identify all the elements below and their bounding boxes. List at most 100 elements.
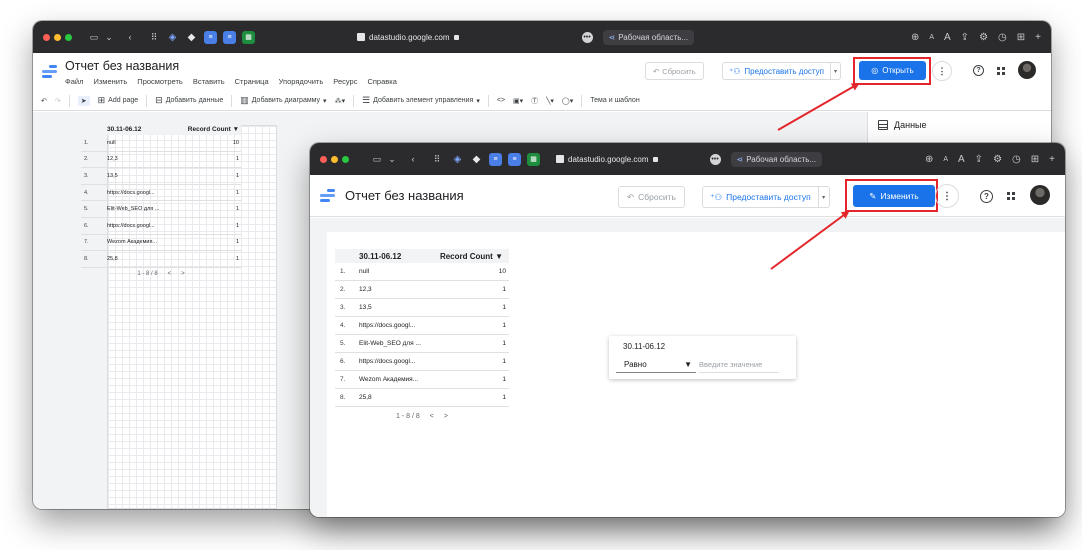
table-row[interactable]: 5. Elit-Web_SEO для ... 1 — [81, 201, 241, 218]
back-icon[interactable]: ‹ — [407, 153, 419, 165]
more-dots-icon[interactable]: ••• — [581, 31, 593, 43]
text-smaller-icon[interactable]: A — [929, 34, 934, 41]
add-page-button[interactable]: ⊞ Add page — [98, 95, 139, 106]
tabs-grid-icon[interactable]: ⊞ — [1031, 154, 1039, 165]
docs-extension-icon[interactable]: ≡ — [204, 30, 217, 44]
new-tab-icon[interactable]: + — [1035, 32, 1041, 43]
table-row[interactable]: 2. 12,3 1 — [335, 281, 509, 299]
new-tab-icon[interactable]: + — [1049, 154, 1055, 165]
history-icon[interactable]: ◷ — [1012, 154, 1021, 165]
menu-page[interactable]: Страница — [235, 77, 269, 86]
minimize-window-button[interactable] — [54, 33, 61, 41]
community-viz-icon[interactable]: ⁂▾ — [335, 97, 346, 105]
menu-edit[interactable]: Изменить — [93, 77, 127, 86]
table-row[interactable]: 8. 25,8 1 — [335, 389, 509, 407]
table-row[interactable]: 6. https://docs.googl... 1 — [335, 353, 509, 371]
more-options-icon[interactable]: ⋮ — [932, 61, 952, 81]
menu-help[interactable]: Справка — [367, 77, 396, 86]
text-smaller-icon[interactable]: A — [943, 156, 948, 163]
avatar[interactable] — [1030, 185, 1050, 205]
forms-extension-icon[interactable]: ≡ — [223, 30, 236, 44]
share-dropdown-icon[interactable]: ▾ — [830, 63, 840, 79]
table-row[interactable]: 5. Elit-Web_SEO для ... 1 — [335, 335, 509, 353]
close-window-button[interactable] — [43, 33, 50, 41]
download-icon[interactable]: ⊕ — [911, 32, 919, 43]
code-embed-icon[interactable]: <> — [497, 97, 505, 104]
share-main[interactable]: ⁺⚇ Предоставить доступ — [723, 63, 830, 79]
forms-extension-icon[interactable]: ≡ — [508, 152, 521, 166]
menu-file[interactable]: Файл — [65, 77, 83, 86]
table-row[interactable]: 4. https://docs.googl... 1 — [335, 317, 509, 335]
sheets-extension-icon[interactable]: ▦ — [242, 30, 255, 44]
redo-icon[interactable]: ↷ — [55, 97, 61, 105]
table-row[interactable]: 2. 12,3 1 — [81, 152, 241, 169]
reset-button[interactable]: ↶ Сбросить — [645, 62, 704, 80]
pager-prev-icon[interactable]: < — [430, 413, 434, 420]
add-chart-button[interactable]: ▥ Добавить диаграмму ▾ — [240, 95, 326, 106]
share-button[interactable]: ⁺⚇ Предоставить доступ ▾ — [702, 186, 830, 208]
pager-next-icon[interactable]: > — [181, 271, 185, 277]
more-options-icon[interactable]: ⋮ — [935, 184, 959, 208]
share-button[interactable]: ⁺⚇ Предоставить доступ ▾ — [722, 62, 841, 80]
maximize-window-button[interactable] — [65, 33, 72, 41]
table-row[interactable]: 3. 13,5 1 — [335, 299, 509, 317]
workspace-tab[interactable]: ⋖ Рабочая область... — [602, 29, 695, 45]
select-tool-icon[interactable]: ➤ — [77, 95, 90, 106]
filter-operator-select[interactable]: Равно ▼ — [616, 356, 696, 373]
address-bar[interactable]: datastudio.google.com — [357, 33, 459, 42]
share-sheet-icon[interactable]: ⇪ — [975, 154, 983, 165]
table-row[interactable]: 7. Wezom Академия... 1 — [335, 371, 509, 389]
table-row[interactable]: 7. Wezom Академия... 1 — [81, 235, 241, 252]
settings-icon[interactable]: ⚙ — [993, 154, 1002, 165]
share-main[interactable]: ⁺⚇ Предоставить доступ — [703, 187, 818, 207]
report-title[interactable]: Отчет без названия — [65, 59, 397, 73]
metric-header[interactable]: Record Count ▼ — [188, 126, 239, 133]
theme-button[interactable]: Тема и шаблон — [590, 97, 639, 104]
table-row[interactable]: 3. 13,5 1 — [81, 168, 241, 185]
menu-arrange[interactable]: Упорядочить — [279, 77, 324, 86]
table-row[interactable]: 4. https://docs.googl... 1 — [81, 185, 241, 202]
brave-extension-icon[interactable]: ◆ — [470, 153, 483, 166]
dimension-header[interactable]: 30.11-06.12 — [359, 252, 440, 261]
report-title[interactable]: Отчет без названия — [345, 188, 464, 203]
table-row[interactable]: 1. null 10 — [335, 263, 509, 281]
shield-extension-icon[interactable]: ◈ — [451, 153, 464, 166]
close-window-button[interactable] — [320, 155, 327, 163]
brave-extension-icon[interactable]: ◆ — [185, 31, 198, 44]
sheets-extension-icon[interactable]: ▦ — [527, 152, 540, 166]
history-icon[interactable]: ◷ — [998, 32, 1007, 43]
menu-view[interactable]: Просмотреть — [137, 77, 183, 86]
text-larger-icon[interactable]: A — [958, 154, 965, 165]
line-icon[interactable]: ╲▾ — [546, 97, 554, 105]
avatar[interactable] — [1018, 61, 1036, 79]
table-row[interactable]: 8. 25,8 1 — [81, 251, 241, 268]
chevron-down-icon[interactable]: ⌄ — [386, 153, 398, 165]
reset-button[interactable]: ↶ Сбросить — [618, 186, 685, 208]
address-bar[interactable]: datastudio.google.com — [556, 155, 658, 164]
sidebar-toggle-icon[interactable]: ▭ — [371, 153, 383, 165]
apps-icon[interactable] — [1007, 192, 1015, 200]
menu-insert[interactable]: Вставить — [193, 77, 225, 86]
table-row[interactable]: 6. https://docs.googl... 1 — [81, 218, 241, 235]
pager-prev-icon[interactable]: < — [168, 271, 172, 277]
table-chart-view[interactable]: 30.11-06.12 Record Count ▼ 1. null 10 2. 12,… — [335, 249, 509, 420]
text-larger-icon[interactable]: A — [944, 32, 951, 43]
menu-resource[interactable]: Ресурс — [333, 77, 357, 86]
table-row[interactable]: 1. null 10 — [81, 135, 241, 152]
filter-value-input[interactable]: Введите значение — [699, 356, 779, 373]
minimize-window-button[interactable] — [331, 155, 338, 163]
share-dropdown-icon[interactable]: ▾ — [817, 187, 829, 207]
sidebar-toggle-icon[interactable]: ▭ — [88, 31, 100, 43]
add-control-button[interactable]: ☰ Добавить элемент управления ▾ — [362, 95, 480, 106]
docs-extension-icon[interactable]: ≡ — [489, 152, 502, 166]
workspace-tab[interactable]: ⋖ Рабочая область... — [730, 151, 823, 167]
settings-icon[interactable]: ⚙ — [979, 32, 988, 43]
tab-overview-icon[interactable]: ⠿ — [431, 153, 443, 165]
apps-icon[interactable] — [997, 67, 1005, 75]
metric-header[interactable]: Record Count ▼ — [440, 252, 503, 261]
download-icon[interactable]: ⊕ — [925, 154, 933, 165]
shape-icon[interactable]: ◯▾ — [562, 97, 573, 105]
chevron-down-icon[interactable]: ⌄ — [103, 31, 115, 43]
tabs-grid-icon[interactable]: ⊞ — [1017, 32, 1025, 43]
maximize-window-button[interactable] — [342, 155, 349, 163]
